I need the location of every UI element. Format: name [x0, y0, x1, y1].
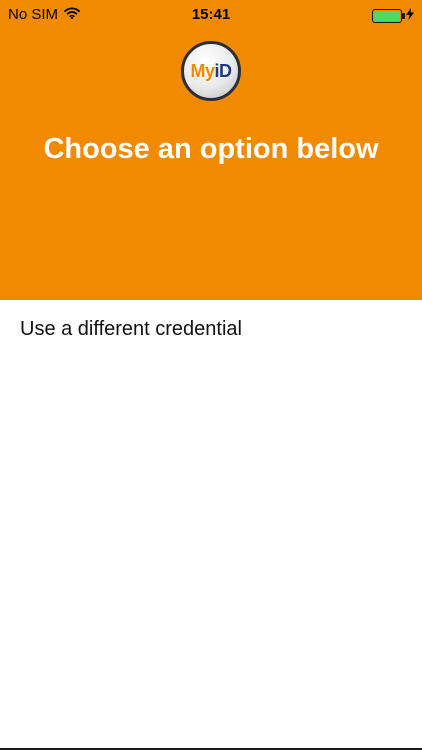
status-time: 15:41: [191, 6, 231, 23]
page-title: Choose an option below: [43, 133, 379, 165]
battery-icon: [372, 8, 405, 23]
bolt-icon: [406, 7, 414, 24]
myid-logo: My iD: [181, 41, 241, 101]
logo-text-my: My: [190, 60, 215, 81]
battery-level: [374, 10, 400, 21]
battery-group: [372, 7, 414, 24]
battery-tip: [402, 12, 405, 19]
option-use-different-credential[interactable]: Use a different credential: [0, 300, 422, 358]
status-bar: No SIM 15:41: [0, 0, 422, 30]
app-screen: No SIM 15:41 My iD Choose an option belo…: [0, 0, 422, 750]
logo-text-id: iD: [214, 60, 233, 81]
option-label: Use a different credential: [20, 317, 242, 340]
